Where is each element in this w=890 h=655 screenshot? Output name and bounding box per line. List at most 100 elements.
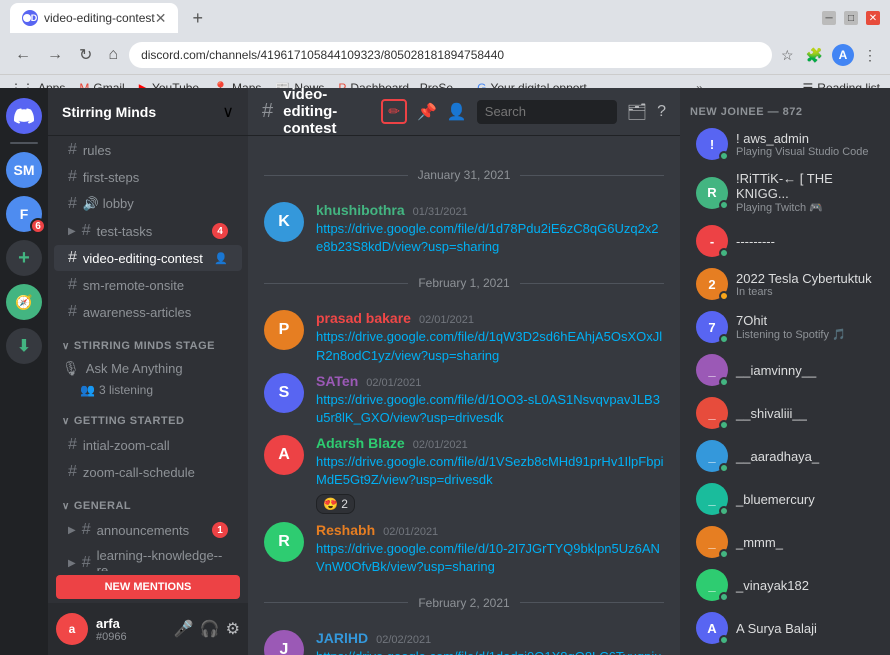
message-text: https://drive.google.com/file/d/1qW3D2sd… bbox=[316, 328, 664, 364]
message-link[interactable]: https://drive.google.com/file/d/1qW3D2sd… bbox=[316, 329, 662, 362]
member-7ohit[interactable]: 7 7Ohit Listening to Spotify 🎵 bbox=[686, 306, 884, 348]
member-tesla[interactable]: 2 2022 Tesla Cybertuktuk In tears bbox=[686, 263, 884, 305]
channel-item-awareness[interactable]: # awareness-articles bbox=[54, 299, 242, 325]
discord-home-icon[interactable] bbox=[6, 98, 42, 134]
channel-name: 🔊 lobby bbox=[83, 196, 134, 212]
channel-item-learning[interactable]: ▶ # learning--knowledge--re... bbox=[54, 544, 242, 571]
help-button[interactable]: ? bbox=[657, 103, 666, 121]
pin-button[interactable]: 📌 bbox=[417, 102, 437, 122]
section-general[interactable]: ∨ GENERAL bbox=[48, 486, 248, 516]
tab-bar: D video-editing-contest ✕ + bbox=[10, 3, 211, 33]
active-tab[interactable]: D video-editing-contest ✕ bbox=[10, 3, 178, 33]
message-username: prasad bakare bbox=[316, 310, 411, 326]
tab-close-button[interactable]: ✕ bbox=[155, 10, 167, 27]
date-divider-feb1: February 1, 2021 bbox=[248, 268, 680, 298]
channel-item-lobby[interactable]: # 🔊 lobby bbox=[54, 191, 242, 217]
bookmark-star-button[interactable]: ☆ bbox=[778, 44, 797, 67]
member-dashes[interactable]: - --------- bbox=[686, 220, 884, 262]
back-button[interactable]: ← bbox=[10, 43, 36, 67]
member-bluemercury[interactable]: _ _bluemercury bbox=[686, 478, 884, 520]
channel-item-rules[interactable]: # rules bbox=[54, 137, 242, 163]
member-name: _bluemercury bbox=[736, 492, 874, 507]
stage-channel-ask[interactable]: 🎙 Ask Me Anything bbox=[48, 356, 248, 381]
status-dot bbox=[719, 200, 729, 210]
channel-item-test-tasks[interactable]: ▶ # test-tasks 4 bbox=[54, 218, 242, 244]
status-dot bbox=[719, 420, 729, 430]
date-text: February 1, 2021 bbox=[408, 276, 519, 290]
members-sidebar: NEW JOINEE — 872 ! ! aws_admin Playing V… bbox=[680, 88, 890, 655]
server-header[interactable]: Stirring Minds ∨ bbox=[48, 88, 248, 136]
mute-button[interactable]: 🎤 bbox=[174, 619, 194, 639]
member-info: 7Ohit Listening to Spotify 🎵 bbox=[736, 313, 874, 341]
download-apps-button[interactable]: ⬇ bbox=[6, 328, 42, 364]
people-icon: 👥 bbox=[80, 383, 95, 397]
channel-item-intial-zoom[interactable]: # intial-zoom-call bbox=[54, 432, 242, 458]
member-avatar: R bbox=[696, 177, 728, 209]
message-avatar: S bbox=[264, 373, 304, 413]
member-aws-admin[interactable]: ! ! aws_admin Playing Visual Studio Code bbox=[686, 123, 884, 165]
member-iamvinny[interactable]: _ __iamvinny__ bbox=[686, 349, 884, 391]
home-button[interactable]: ⌂ bbox=[103, 43, 123, 67]
channel-item-sm-remote[interactable]: # sm-remote-onsite bbox=[54, 272, 242, 298]
profile-button[interactable]: A bbox=[832, 44, 854, 66]
add-server-button[interactable]: + bbox=[6, 240, 42, 276]
member-rittik[interactable]: R !RiTTiK-← [ THE KNIGG... Playing Twitc… bbox=[686, 166, 884, 219]
window-controls: ─ □ ✕ bbox=[822, 11, 880, 25]
expand-arrow-icon: ▶ bbox=[68, 525, 76, 536]
member-ak-hacks[interactable]: A A.k hacks bbox=[686, 650, 884, 655]
member-mmm[interactable]: _ _mmm_ bbox=[686, 521, 884, 563]
server-icon-sm[interactable]: SM bbox=[6, 152, 42, 188]
status-dot bbox=[719, 248, 729, 258]
member-aaradhaya[interactable]: _ __aaradhaya_ bbox=[686, 435, 884, 477]
chat-hash-icon: # bbox=[262, 100, 273, 123]
server-sidebar: SM F 6 + 🧭 ⬇ bbox=[0, 88, 48, 655]
search-input[interactable] bbox=[477, 100, 617, 124]
message-avatar: A bbox=[264, 435, 304, 475]
channel-item-first-steps[interactable]: # first-steps bbox=[54, 164, 242, 190]
settings-button[interactable]: ⚙ bbox=[226, 619, 240, 639]
member-info: !RiTTiK-← [ THE KNIGG... Playing Twitch … bbox=[736, 171, 874, 214]
message-time: 02/01/2021 bbox=[413, 439, 468, 451]
section-stirring-minds-stage[interactable]: ∨ STIRRING MINDS STAGE bbox=[48, 326, 248, 356]
new-mentions-button[interactable]: NEW MENTIONS bbox=[56, 575, 240, 599]
listener-count: 👥 3 listening bbox=[48, 381, 248, 401]
inbox-button[interactable]: 🗂 bbox=[627, 102, 647, 122]
forward-button[interactable]: → bbox=[42, 43, 68, 67]
members-button[interactable]: 👤 bbox=[447, 102, 467, 122]
message-link[interactable]: https://drive.google.com/file/d/10-2I7JG… bbox=[316, 541, 660, 574]
new-tab-button[interactable]: + bbox=[184, 6, 211, 31]
menu-button[interactable]: ⋮ bbox=[860, 44, 880, 67]
message-link[interactable]: https://drive.google.com/file/d/1dodzi0O… bbox=[316, 649, 661, 655]
section-getting-started[interactable]: ∨ GETTING STARTED bbox=[48, 401, 248, 431]
deafen-button[interactable]: 🎧 bbox=[200, 619, 220, 639]
message-link[interactable]: https://drive.google.com/file/d/1OO3-sL0… bbox=[316, 392, 660, 425]
member-status: Listening to Spotify 🎵 bbox=[736, 328, 874, 341]
member-shivaliii[interactable]: _ __shivaliii__ bbox=[686, 392, 884, 434]
address-input[interactable] bbox=[129, 42, 772, 68]
message-link[interactable]: https://drive.google.com/file/d/1d78Pdu2… bbox=[316, 221, 659, 254]
stage-channel-name: Ask Me Anything bbox=[86, 361, 183, 376]
channel-list: # rules # first-steps # 🔊 lobby ▶ # test… bbox=[48, 136, 248, 571]
channel-hash-icon: # bbox=[68, 249, 77, 267]
message-link[interactable]: https://drive.google.com/file/d/1VSezb8c… bbox=[316, 454, 664, 487]
explore-servers-button[interactable]: 🧭 bbox=[6, 284, 42, 320]
message-text: https://drive.google.com/file/d/1OO3-sL0… bbox=[316, 391, 664, 427]
channel-item-zoom-schedule[interactable]: # zoom-call-schedule bbox=[54, 459, 242, 485]
close-button[interactable]: ✕ bbox=[866, 11, 880, 25]
maximize-button[interactable]: □ bbox=[844, 11, 858, 25]
extensions-button[interactable]: 🧩 bbox=[803, 44, 826, 67]
channel-hash-icon: # bbox=[68, 276, 77, 294]
members-section-title: NEW JOINEE — 872 bbox=[680, 98, 890, 122]
channel-item-announcements[interactable]: ▶ # announcements 1 bbox=[54, 517, 242, 543]
channel-item-video-editing[interactable]: # video-editing-contest 👤 bbox=[54, 245, 242, 271]
server-icon-f[interactable]: F 6 bbox=[6, 196, 42, 232]
tab-title: video-editing-contest bbox=[44, 11, 155, 25]
status-dot bbox=[719, 463, 729, 473]
member-vinayak182[interactable]: _ _vinayak182 bbox=[686, 564, 884, 606]
member-surya-balaji[interactable]: A A Surya Balaji bbox=[686, 607, 884, 649]
edit-button[interactable]: ✏ bbox=[381, 99, 407, 124]
message-reaction[interactable]: 😍 2 bbox=[316, 494, 355, 514]
member-status: Playing Twitch 🎮 bbox=[736, 201, 874, 214]
minimize-button[interactable]: ─ bbox=[822, 11, 836, 25]
refresh-button[interactable]: ↻ bbox=[74, 42, 97, 68]
